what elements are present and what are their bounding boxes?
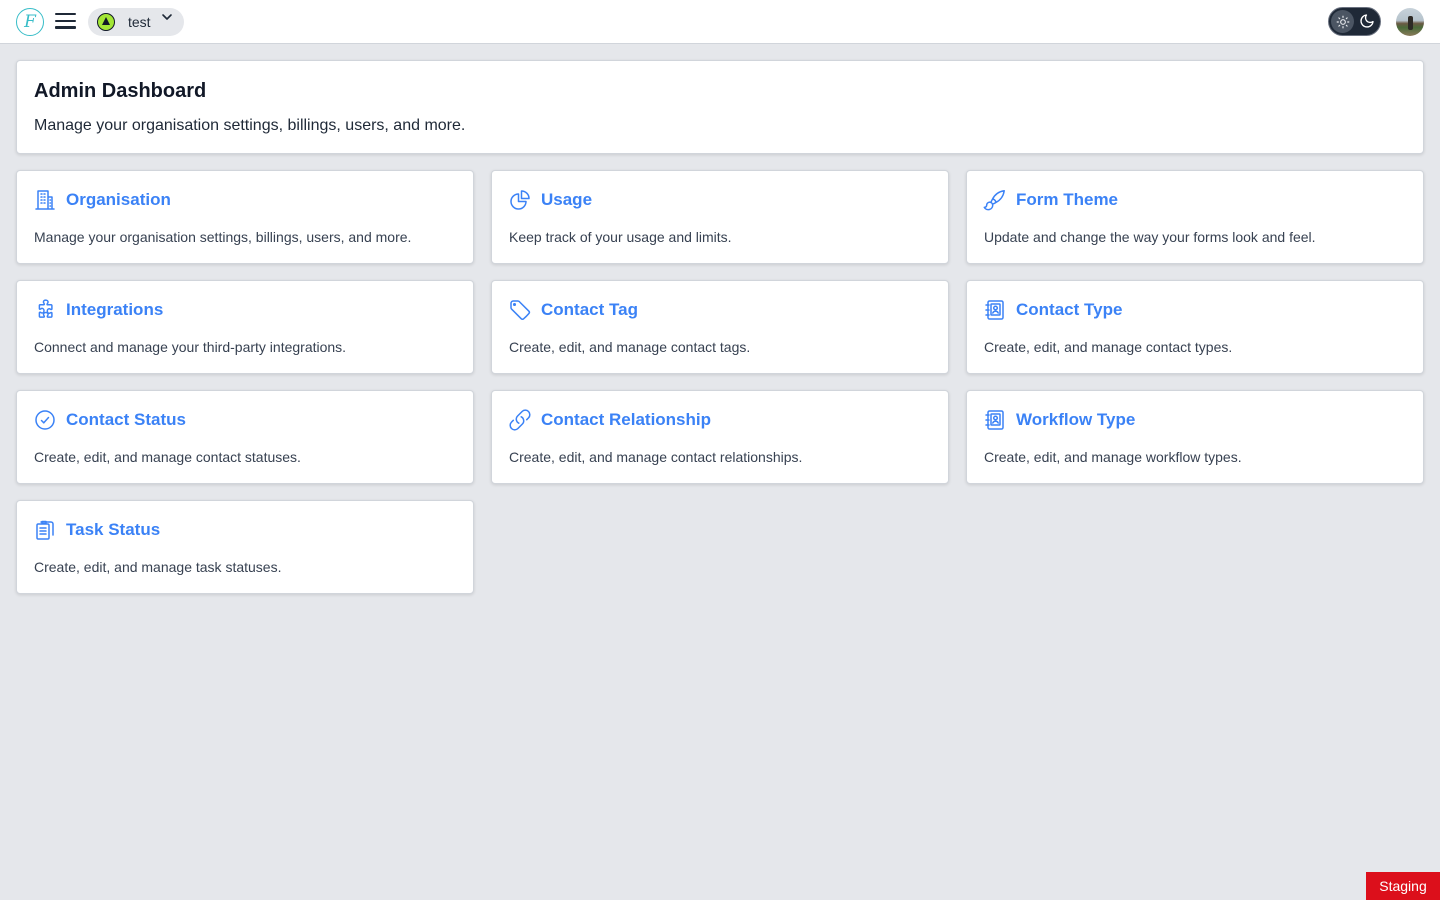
hamburger-icon[interactable] xyxy=(55,13,77,31)
tile-title: Form Theme xyxy=(1016,190,1119,209)
tile-organisation[interactable]: Organisation Manage your organisation se… xyxy=(16,170,474,264)
tile-description: Create, edit, and manage contact statuse… xyxy=(34,449,301,465)
tile-description: Create, edit, and manage contact tags. xyxy=(509,339,751,355)
tile-form-theme[interactable]: Form Theme Update and change the way you… xyxy=(966,170,1424,264)
tile-description: Keep track of your usage and limits. xyxy=(509,229,732,245)
contact-book-icon xyxy=(985,410,1004,430)
page-subtitle: Manage your organisation settings, billi… xyxy=(34,117,466,134)
tile-title: Usage xyxy=(541,190,593,209)
logo-icon[interactable]: F xyxy=(16,8,44,36)
tile-description: Create, edit, and manage contact relatio… xyxy=(509,449,803,465)
tile-description: Update and change the way your forms loo… xyxy=(984,229,1316,245)
page-title: Admin Dashboard xyxy=(34,80,207,102)
tile-contact-status[interactable]: Contact Status Create, edit, and manage … xyxy=(16,390,474,484)
environment-badge: Staging xyxy=(1366,872,1440,900)
tile-title: Contact Type xyxy=(1016,300,1123,319)
tile-description: Create, edit, and manage workflow types. xyxy=(984,449,1242,465)
check-circle-icon xyxy=(35,410,55,430)
moon-icon xyxy=(1360,14,1374,28)
tile-task-status[interactable]: Task Status Create, edit, and manage tas… xyxy=(16,500,474,594)
workspace-name: test xyxy=(128,14,151,30)
tile-usage[interactable]: Usage Keep track of your usage and limit… xyxy=(491,170,949,264)
sun-icon xyxy=(1331,10,1354,33)
tile-description: Create, edit, and manage task statuses. xyxy=(34,559,282,575)
user-avatar[interactable] xyxy=(1396,8,1424,36)
tile-description: Create, edit, and manage contact types. xyxy=(984,339,1233,355)
top-navbar: F test xyxy=(0,0,1440,44)
tile-title: Contact Relationship xyxy=(541,410,712,429)
building-icon xyxy=(35,190,55,210)
tile-workflow-type[interactable]: Workflow Type Create, edit, and manage w… xyxy=(966,390,1424,484)
tile-contact-tag[interactable]: Contact Tag Create, edit, and manage con… xyxy=(491,280,949,374)
puzzle-icon xyxy=(38,299,53,318)
tile-title: Contact Status xyxy=(66,410,186,429)
workspace-avatar xyxy=(97,13,115,31)
tag-icon xyxy=(510,300,531,321)
tile-contact-type[interactable]: Contact Type Create, edit, and manage co… xyxy=(966,280,1424,374)
tile-integrations[interactable]: Integrations Connect and manage your thi… xyxy=(16,280,474,374)
tile-description: Connect and manage your third-party inte… xyxy=(34,339,347,355)
tile-title: Contact Tag xyxy=(541,300,638,319)
tile-title: Workflow Type xyxy=(1016,410,1136,429)
link-icon xyxy=(509,409,531,431)
tile-description: Manage your organisation settings, billi… xyxy=(34,229,412,245)
paintbrush-icon xyxy=(983,190,1005,211)
clipboard-icon xyxy=(36,520,54,540)
pie-chart-icon xyxy=(510,190,530,210)
tile-title: Integrations xyxy=(66,300,164,319)
tile-contact-relationship[interactable]: Contact Relationship Create, edit, and m… xyxy=(491,390,949,484)
theme-toggle[interactable] xyxy=(1328,7,1381,36)
tile-title: Task Status xyxy=(66,520,161,539)
contact-book-icon xyxy=(985,300,1004,320)
admin-dashboard-header: Admin Dashboard Manage your organisation… xyxy=(16,60,1424,154)
tile-title: Organisation xyxy=(66,190,171,209)
chevron-down-icon[interactable] xyxy=(161,13,173,21)
